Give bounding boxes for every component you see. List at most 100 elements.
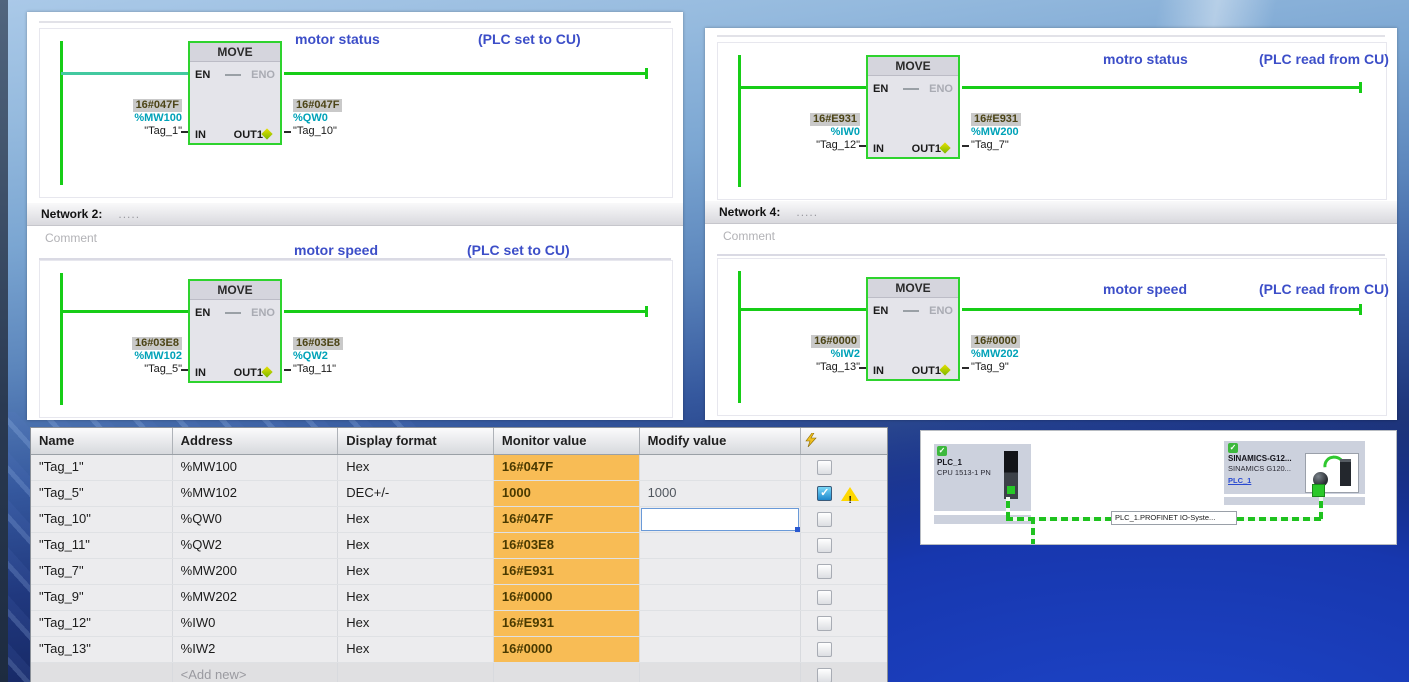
display-format-cell[interactable]: Hex [338, 585, 494, 610]
output-operand[interactable]: 16#0000 %MW202 "Tag_9" [971, 335, 1121, 374]
modify-checkbox-checked[interactable]: ✓ [817, 486, 833, 501]
display-format-cell[interactable]: Hex [338, 559, 494, 584]
modify-value-cell[interactable] [640, 533, 802, 558]
input-operand[interactable]: 16#047F %MW100 "Tag_1" [44, 99, 182, 138]
tag-name-cell[interactable]: "Tag_11" [31, 533, 173, 558]
address-cell[interactable]: %MW100 [173, 455, 339, 480]
network-4-header[interactable]: Network 4:..... [705, 200, 1397, 224]
modify-checkbox[interactable] [817, 538, 833, 553]
monitor-value-cell: 16#047F [493, 455, 640, 480]
modify-value-cell[interactable] [640, 559, 802, 584]
column-header-display-format[interactable]: Display format [338, 428, 494, 454]
tag-name-cell[interactable]: "Tag_5" [31, 481, 173, 506]
modify-value-cell [640, 507, 802, 532]
comment-placeholder[interactable]: Comment [723, 229, 775, 243]
column-header-modify-value[interactable]: Modify value [640, 428, 802, 454]
modify-trigger-cell [801, 507, 887, 532]
add-output-icon[interactable] [261, 366, 273, 378]
device-ok-icon: ✓ [1228, 443, 1238, 453]
table-row-tag10: "Tag_10" %QW0 Hex 16#047F [31, 507, 887, 533]
en-eno-dash [225, 312, 241, 314]
input-operand[interactable]: 16#03E8 %MW102 "Tag_5" [44, 337, 182, 376]
ladder-network-4: motor speed (PLC read from CU) MOVE EN EN… [717, 258, 1389, 416]
rung-end-tick [645, 68, 648, 79]
tag-name-cell[interactable]: "Tag_1" [31, 455, 173, 480]
modify-checkbox[interactable] [817, 564, 833, 579]
rung-end-tick [1359, 82, 1362, 93]
plc-name[interactable]: PLC_1 [937, 458, 962, 467]
tag-name-cell[interactable]: "Tag_7" [31, 559, 173, 584]
add-output-icon[interactable] [939, 142, 951, 154]
add-output-icon[interactable] [261, 128, 273, 140]
address-cell[interactable]: %IW2 [173, 637, 339, 662]
address-cell[interactable]: %MW202 [173, 585, 339, 610]
display-format-cell[interactable]: Hex [338, 637, 494, 662]
address-cell[interactable]: %QW2 [173, 533, 339, 558]
drive-type: SINAMICS G120... [1228, 464, 1291, 473]
out1-pin: OUT1 [911, 365, 941, 377]
table-row-tag13: "Tag_13" %IW2 Hex 16#0000 [31, 637, 887, 663]
move-instruction-block[interactable]: MOVE EN ENO IN OUT1 [188, 41, 282, 145]
tag-name-cell[interactable]: "Tag_13" [31, 637, 173, 662]
display-format-cell[interactable]: Hex [338, 611, 494, 636]
modify-checkbox[interactable] [817, 616, 833, 631]
operand-wire [181, 369, 188, 371]
monitor-value-cell: 16#E931 [493, 611, 640, 636]
output-operand[interactable]: 16#03E8 %QW2 "Tag_11" [293, 337, 443, 376]
lightning-bolt-icon [805, 432, 817, 448]
move-instruction-block[interactable]: MOVE EN ENO IN OUT1 [188, 279, 282, 383]
profinet-subnet-label[interactable]: PLC_1.PROFINET IO-Syste... [1111, 511, 1237, 525]
modify-value-input[interactable] [640, 508, 800, 532]
ladder-editor-panel-right: motro status (PLC read from CU) MOVE EN E… [705, 28, 1397, 420]
drive-device-card-strip [1224, 497, 1365, 505]
display-format-cell[interactable]: Hex [338, 455, 494, 480]
comment-placeholder[interactable]: Comment [45, 231, 97, 245]
profinet-port[interactable] [1312, 484, 1325, 497]
network-2-header[interactable]: Network 2:..... [27, 202, 683, 226]
move-instruction-block[interactable]: MOVE EN ENO IN OUT1 [866, 277, 960, 381]
move-instruction-block[interactable]: MOVE EN ENO IN OUT1 [866, 55, 960, 159]
modify-checkbox[interactable] [817, 642, 833, 657]
modify-checkbox[interactable] [817, 668, 833, 682]
table-row-add-new[interactable]: <Add new> [31, 663, 887, 682]
output-operand[interactable]: 16#E931 %MW200 "Tag_7" [971, 113, 1121, 152]
add-output-icon[interactable] [939, 364, 951, 376]
empty-cell [494, 663, 640, 682]
input-operand[interactable]: 16#0000 %IW2 "Tag_13" [722, 335, 860, 374]
modify-value-cell[interactable] [640, 611, 802, 636]
output-operand[interactable]: 16#047F %QW0 "Tag_10" [293, 99, 443, 138]
tag-name-cell[interactable]: "Tag_9" [31, 585, 173, 610]
add-new-cell[interactable]: <Add new> [173, 663, 339, 682]
display-format-cell[interactable]: Hex [338, 533, 494, 558]
monitor-value-cell: 16#E931 [493, 559, 640, 584]
address-cell[interactable]: %QW0 [173, 507, 339, 532]
rung-wire [962, 86, 1360, 89]
column-header-name[interactable]: Name [31, 428, 173, 454]
column-header-modify-trigger[interactable] [801, 428, 887, 454]
address-cell[interactable]: %MW200 [173, 559, 339, 584]
modify-checkbox[interactable] [817, 512, 833, 527]
tag-name-cell[interactable]: "Tag_12" [31, 611, 173, 636]
modify-value-cell[interactable] [640, 455, 802, 480]
assigned-controller-link[interactable]: PLC_1 [1228, 476, 1251, 485]
drive-name[interactable]: SINAMICS-G12... [1228, 454, 1292, 463]
operand-address: %MW100 [134, 112, 182, 124]
operand-monitor-value: 16#E931 [971, 113, 1022, 126]
column-header-monitor-value[interactable]: Monitor value [494, 428, 640, 454]
modify-value-cell[interactable] [640, 585, 802, 610]
display-format-cell[interactable]: DEC+/- [338, 481, 494, 506]
network-4-comment-row[interactable]: Comment [717, 224, 1385, 256]
plc-module-image[interactable] [1004, 451, 1018, 499]
network-2-comment-row[interactable]: Comment motor speed (PLC set to CU) [39, 226, 671, 260]
modify-checkbox[interactable] [817, 460, 833, 475]
address-cell[interactable]: %MW102 [173, 481, 339, 506]
address-cell[interactable]: %IW0 [173, 611, 339, 636]
modify-value-cell[interactable]: 1000 [640, 481, 802, 506]
modify-checkbox[interactable] [817, 590, 833, 605]
column-header-address[interactable]: Address [173, 428, 339, 454]
tag-name-cell[interactable]: "Tag_10" [31, 507, 173, 532]
modify-value-cell[interactable] [640, 637, 802, 662]
profinet-connection [1006, 497, 1010, 519]
input-operand[interactable]: 16#E931 %IW0 "Tag_12" [722, 113, 860, 152]
display-format-cell[interactable]: Hex [338, 507, 494, 532]
